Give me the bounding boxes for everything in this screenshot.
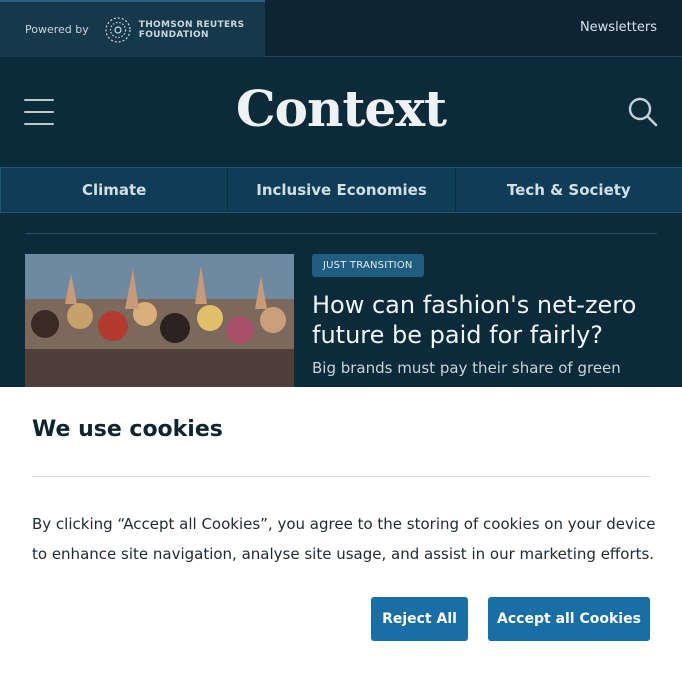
tab-tech-and-society[interactable]: Tech & Society (454, 168, 682, 212)
trf-line-2: FOUNDATION (138, 29, 209, 40)
newsletters-link[interactable]: Newsletters (580, 20, 657, 35)
section-divider (25, 233, 657, 234)
article-tag[interactable]: JUST TRANSITION (312, 254, 424, 277)
tab-climate[interactable]: Climate (0, 168, 227, 212)
powered-by-banner: Powered by THOMSON REUTERS FOUNDATION (0, 0, 265, 57)
article-standfirst: Big brands must pay their share of green (312, 359, 621, 377)
cookie-divider (32, 476, 650, 477)
trf-line-1: THOMSON REUTERS (138, 19, 245, 30)
accept-all-cookies-button[interactable]: Accept all Cookies (488, 597, 650, 641)
trf-globe-icon (105, 16, 131, 43)
search-icon[interactable] (626, 95, 660, 129)
cookie-banner: We use cookies By clicking “Accept all C… (0, 387, 682, 683)
article-photo[interactable] (25, 254, 294, 388)
cookie-title: We use cookies (32, 417, 223, 442)
context-logo[interactable]: Context (0, 79, 682, 138)
trf-wordmark: THOMSON REUTERS FOUNDATION (139, 20, 245, 40)
article-headline[interactable]: How can fashion's net-zero future be pai… (312, 290, 657, 350)
section-nav: Climate Inclusive Economies Tech & Socie… (0, 167, 682, 213)
site-header: Context (0, 57, 682, 167)
reject-all-button[interactable]: Reject All (371, 597, 468, 641)
cookie-body-text: By clicking “Accept all Cookies”, you ag… (32, 515, 656, 563)
thomson-reuters-foundation-logo[interactable]: THOMSON REUTERS FOUNDATION (103, 15, 245, 45)
powered-by-label: Powered by (25, 23, 89, 36)
top-bar: Powered by THOMSON REUTERS FOUNDATION Ne… (0, 0, 682, 57)
tab-inclusive-economies[interactable]: Inclusive Economies (227, 168, 454, 212)
